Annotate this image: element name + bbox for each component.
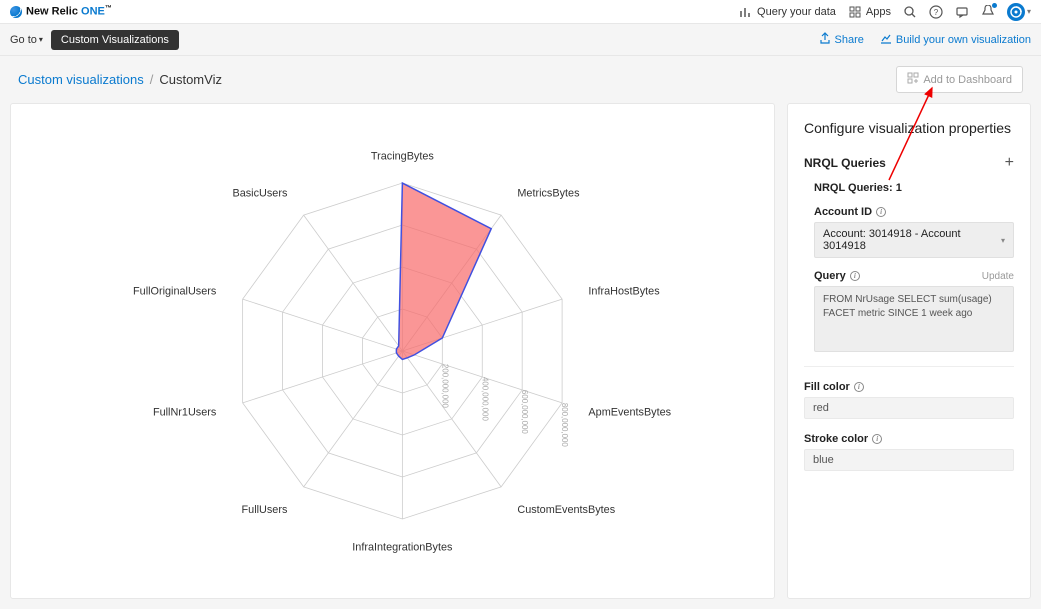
brand[interactable]: New Relic ONE™: [10, 5, 112, 18]
breadcrumb-separator: /: [150, 72, 154, 87]
svg-text:400,000,000: 400,000,000: [480, 377, 489, 421]
newrelic-logo-icon: [10, 6, 22, 18]
svg-text:200,000,000: 200,000,000: [440, 364, 449, 408]
query-your-data-link[interactable]: Query your data: [739, 5, 836, 19]
svg-text:InfraIntegrationBytes: InfraIntegrationBytes: [352, 542, 453, 554]
add-to-dashboard-button[interactable]: Add to Dashboard: [896, 66, 1023, 93]
svg-text:FullOriginalUsers: FullOriginalUsers: [133, 286, 217, 298]
radar-chart-panel: TracingBytes MetricsBytes InfraHostBytes Ap…: [10, 103, 775, 599]
help-icon[interactable]: ?: [929, 5, 943, 19]
svg-text:InfraHostBytes: InfraHostBytes: [588, 286, 660, 298]
breadcrumb-current: CustomViz: [159, 72, 222, 87]
query-textarea[interactable]: FROM NrUsage SELECT sum(usage) FACET met…: [814, 286, 1014, 352]
svg-text:CustomEventsBytes: CustomEventsBytes: [517, 504, 615, 516]
account-select[interactable]: Account: 3014918 - Account 3014918 ▾: [814, 222, 1014, 258]
account-id-label: Account IDi: [814, 206, 1014, 218]
info-icon[interactable]: i: [850, 271, 860, 281]
svg-text:FullNr1Users: FullNr1Users: [153, 406, 217, 418]
chart-icon: [739, 5, 753, 19]
svg-text:FullUsers: FullUsers: [242, 504, 288, 516]
build-viz-link[interactable]: Build your own visualization: [880, 32, 1031, 47]
brand-text: New Relic ONE™: [26, 5, 112, 18]
add-query-button[interactable]: +: [1005, 154, 1014, 172]
breadcrumb-parent-link[interactable]: Custom visualizations: [18, 72, 144, 87]
share-link[interactable]: Share: [819, 32, 864, 47]
config-title: Configure visualization properties: [804, 120, 1014, 136]
apps-link[interactable]: Apps: [848, 5, 891, 19]
chevron-down-icon: ▾: [1001, 236, 1005, 245]
svg-text:600,000,000: 600,000,000: [520, 390, 529, 434]
stroke-color-label: Stroke colori: [804, 433, 1014, 445]
share-icon: [819, 32, 831, 47]
feedback-icon[interactable]: [955, 5, 969, 19]
stroke-color-input[interactable]: blue: [804, 449, 1014, 471]
chevron-down-icon: ▾: [39, 35, 43, 44]
info-icon[interactable]: i: [854, 382, 864, 392]
info-icon[interactable]: i: [872, 434, 882, 444]
query-label: Queryi: [814, 270, 860, 282]
nrql-count: NRQL Queries: 1: [814, 182, 1014, 194]
svg-text:BasicUsers: BasicUsers: [232, 188, 287, 200]
chevron-down-icon: ▾: [1027, 7, 1031, 16]
custom-visualizations-pill[interactable]: Custom Visualizations: [51, 30, 179, 50]
user-menu[interactable]: ▾: [1007, 3, 1031, 21]
svg-text:TracingBytes: TracingBytes: [371, 150, 435, 162]
fill-color-label: Fill colori: [804, 381, 1014, 393]
search-icon[interactable]: [903, 5, 917, 19]
svg-text:ApmEventsBytes: ApmEventsBytes: [588, 406, 671, 418]
notifications-icon[interactable]: [981, 5, 995, 19]
nrql-section-label: NRQL Queries: [804, 156, 886, 170]
info-icon[interactable]: i: [876, 207, 886, 217]
config-panel: Configure visualization properties NRQL …: [787, 103, 1031, 599]
breadcrumb: Custom visualizations / CustomViz: [18, 72, 222, 87]
fill-color-input[interactable]: red: [804, 397, 1014, 419]
go-to-menu[interactable]: Go to▾: [10, 34, 43, 46]
svg-text:?: ?: [934, 8, 939, 17]
dashboard-add-icon: [907, 72, 919, 87]
apps-grid-icon: [848, 5, 862, 19]
update-query-link[interactable]: Update: [982, 271, 1014, 282]
chart-icon: [880, 32, 892, 47]
svg-text:MetricsBytes: MetricsBytes: [517, 188, 580, 200]
svg-text:800,000,000: 800,000,000: [560, 403, 569, 447]
user-avatar-icon: [1007, 3, 1025, 21]
